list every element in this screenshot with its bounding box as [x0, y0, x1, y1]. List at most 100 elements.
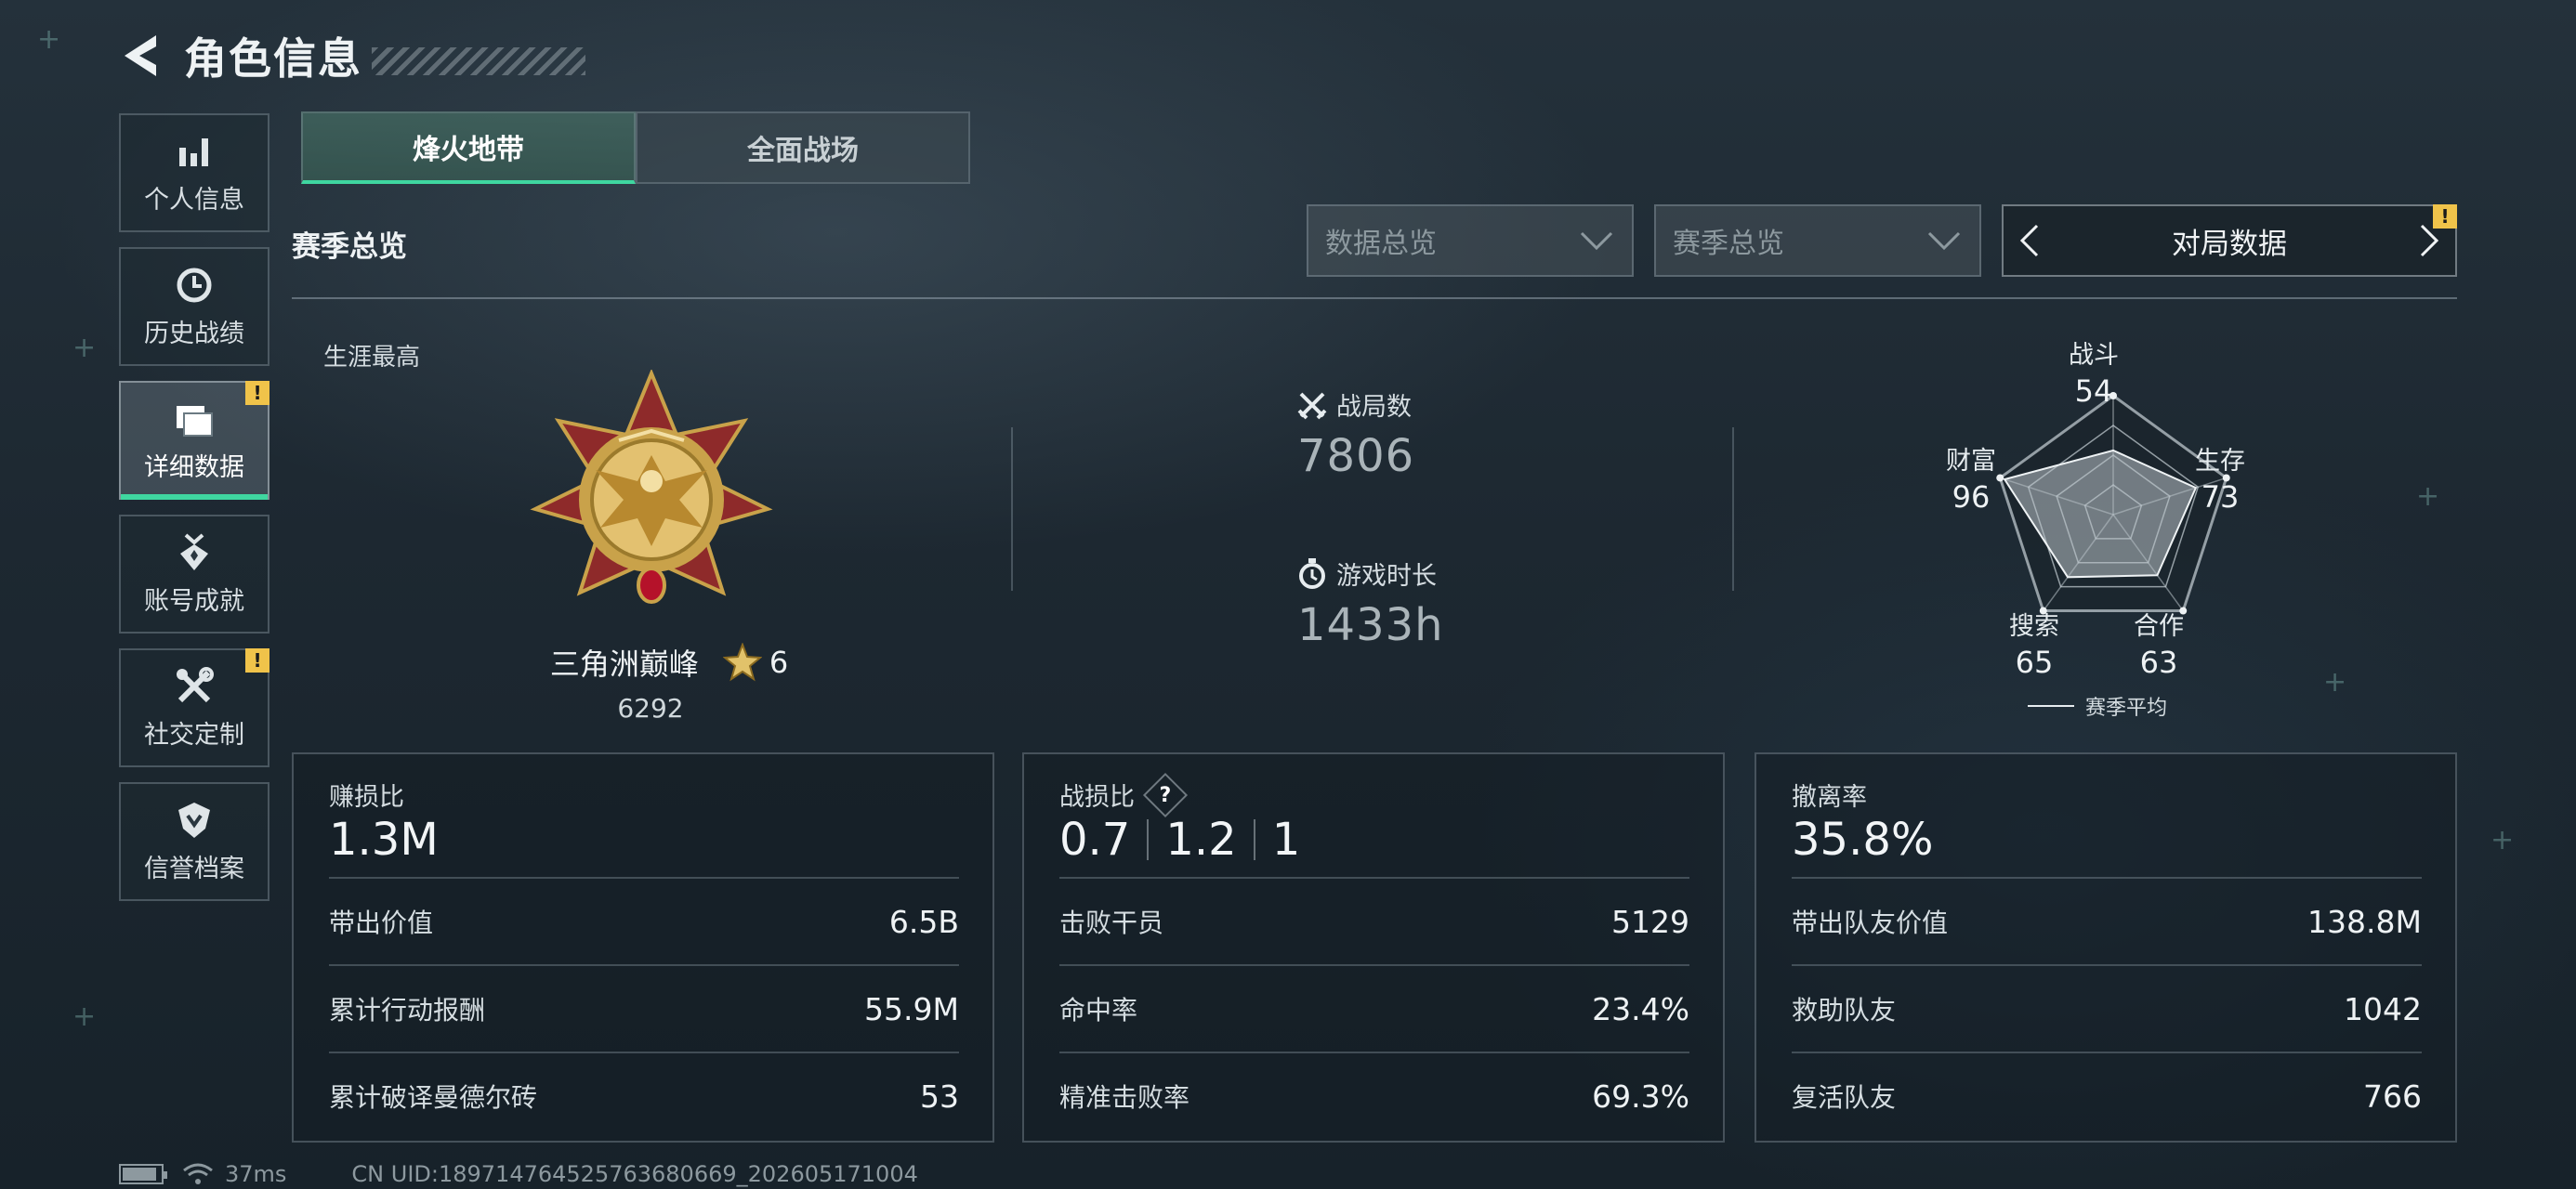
radar-label-combat: 战斗 — [2069, 341, 2119, 370]
card-main-value: 1.3M — [329, 814, 439, 866]
table-row: 累计行动报酬 55.9M — [329, 964, 959, 1052]
radar-value-cooperation: 63 — [2139, 645, 2178, 680]
folder-icon — [174, 399, 215, 439]
radar-label-cooperation: 合作 — [2134, 612, 2184, 641]
decor-plus-icon: + — [72, 1000, 97, 1033]
alert-badge: ! — [245, 381, 269, 405]
matches-value: 7806 — [1297, 430, 1415, 482]
row-value: 1042 — [2344, 990, 2422, 1027]
rank-info: 三角洲巅峰 6 — [502, 641, 836, 684]
user-uid: CN UID:189714764525763680669_20260517100… — [351, 1161, 918, 1187]
kd-value-3: 1 — [1271, 814, 1301, 866]
radar-value-survival: 73 — [2201, 479, 2240, 515]
tab-full-battlefield[interactable]: 全面战场 — [636, 111, 970, 184]
row-value: 6.5B — [888, 903, 959, 940]
row-label: 救助队友 — [1792, 995, 1897, 1026]
section-divider — [292, 297, 2457, 299]
row-value: 138.8M — [2307, 903, 2422, 940]
page-title: 角色信息 — [184, 33, 362, 84]
ping-value: 37ms — [225, 1161, 287, 1187]
decor-plus-icon: + — [2491, 824, 2515, 856]
help-icon[interactable]: ? — [1142, 772, 1189, 817]
row-label: 击败干员 — [1059, 908, 1164, 938]
sidebar-item-personal-info[interactable]: 个人信息 — [119, 113, 269, 232]
sidebar-item-achievements[interactable]: 账号成就 — [119, 515, 269, 634]
card-main-value: 35.8% — [1792, 814, 1934, 866]
playtime-value: 1433h — [1297, 599, 1444, 651]
kd-ratio-card: 战损比 ? 0.7 1.2 1 击败干员 5129 命中率 23.4% 精准击败… — [1022, 752, 1725, 1143]
battery-icon — [119, 1164, 167, 1184]
wifi-icon — [183, 1163, 213, 1184]
credit-shield-icon — [174, 800, 215, 841]
decor-plus-icon: + — [37, 23, 61, 56]
sidebar-item-credit-profile[interactable]: 信誉档案 — [119, 782, 269, 901]
stopwatch-icon — [1299, 557, 1325, 589]
profit-ratio-card: 赚损比 1.3M 带出价值 6.5B 累计行动报酬 55.9M 累计破译曼德尔砖… — [292, 752, 994, 1143]
row-value: 55.9M — [864, 990, 959, 1027]
radar-label-search: 搜索 — [2009, 612, 2059, 641]
value-separator — [1253, 819, 1255, 860]
data-overview-dropdown[interactable]: 数据总览 — [1307, 204, 1634, 277]
achievement-medal-icon — [174, 532, 215, 573]
sidebar-item-label: 信誉档案 — [144, 854, 244, 883]
row-label: 累计破译曼德尔砖 — [329, 1082, 538, 1113]
radar-value-search: 65 — [2015, 645, 2054, 680]
sidebar-item-social-custom[interactable]: ! 社交定制 — [119, 648, 269, 767]
chevron-down-icon — [1580, 231, 1613, 251]
rank-medal-emblem — [530, 370, 773, 604]
card-title: 战损比 — [1059, 783, 1135, 812]
title-decoration — [372, 47, 585, 75]
chevron-down-icon — [1927, 231, 1961, 251]
kd-value-2: 1.2 — [1165, 814, 1237, 866]
matches-label: 战局数 — [1336, 393, 1412, 422]
row-label: 命中率 — [1059, 995, 1138, 1026]
sidebar-item-label: 个人信息 — [144, 185, 244, 215]
table-row: 精准击败率 69.3% — [1059, 1052, 1689, 1139]
pager-label: 对局数据 — [2172, 227, 2287, 261]
alert-badge: ! — [2433, 204, 2457, 229]
history-clock-icon — [174, 265, 215, 306]
row-label: 复活队友 — [1792, 1082, 1897, 1113]
mode-tabs: 烽火地带 全面战场 — [301, 111, 970, 184]
status-bar: 37ms CN UID:189714764525763680669_202605… — [119, 1161, 918, 1187]
alert-badge: ! — [245, 648, 269, 673]
sidebar-item-label: 账号成就 — [144, 586, 244, 616]
sidebar-item-detailed-data[interactable]: ! 详细数据 — [119, 381, 269, 500]
card-title-wrap: 战损比 ? — [1059, 772, 1189, 817]
playtime-stat: 游戏时长 1433h — [1297, 555, 1444, 651]
career-highest-label: 生涯最高 — [323, 344, 421, 372]
table-row: 复活队友 766 — [1792, 1052, 2422, 1139]
decor-plus-icon: + — [72, 332, 97, 364]
star-icon — [722, 643, 762, 682]
dropdown-value: 赛季总览 — [1673, 228, 1784, 260]
crossed-swords-icon — [1297, 392, 1327, 419]
radar-value-combat: 54 — [2074, 373, 2113, 409]
row-value: 23.4% — [1592, 990, 1689, 1027]
card-title: 撤离率 — [1792, 783, 1867, 812]
radar-legend: 赛季平均 — [2028, 691, 2167, 721]
legend-label: 赛季平均 — [2085, 697, 2168, 720]
kd-values: 0.7 1.2 1 — [1059, 814, 1300, 866]
wrench-tools-icon — [174, 666, 215, 707]
value-separator — [1147, 819, 1150, 860]
tab-hazard-operations[interactable]: 烽火地带 — [301, 111, 636, 184]
chevron-left-icon[interactable] — [2017, 222, 2043, 259]
sidebar-item-history[interactable]: 历史战绩 — [119, 247, 269, 366]
column-divider — [1732, 427, 1734, 591]
row-label: 精准击败率 — [1059, 1082, 1190, 1113]
rank-name: 三角洲巅峰 — [549, 647, 699, 682]
radar-value-wealth: 96 — [1952, 479, 1991, 515]
season-overview-dropdown[interactable]: 赛季总览 — [1654, 204, 1981, 277]
back-arrow-icon[interactable] — [119, 32, 164, 80]
table-row: 带出队友价值 138.8M — [1792, 877, 2422, 964]
sidebar-item-label: 详细数据 — [144, 452, 244, 482]
rank-stars-count: 6 — [769, 645, 789, 680]
decor-plus-icon: + — [2416, 480, 2440, 513]
legend-line — [2028, 705, 2074, 707]
table-row: 累计破译曼德尔砖 53 — [329, 1052, 959, 1139]
section-title: 赛季总览 — [292, 230, 407, 264]
sidebar-item-label: 社交定制 — [144, 720, 244, 750]
table-row: 救助队友 1042 — [1792, 964, 2422, 1052]
extraction-rate-card: 撤离率 35.8% 带出队友价值 138.8M 救助队友 1042 复活队友 7… — [1755, 752, 2457, 1143]
table-row: 带出价值 6.5B — [329, 877, 959, 964]
